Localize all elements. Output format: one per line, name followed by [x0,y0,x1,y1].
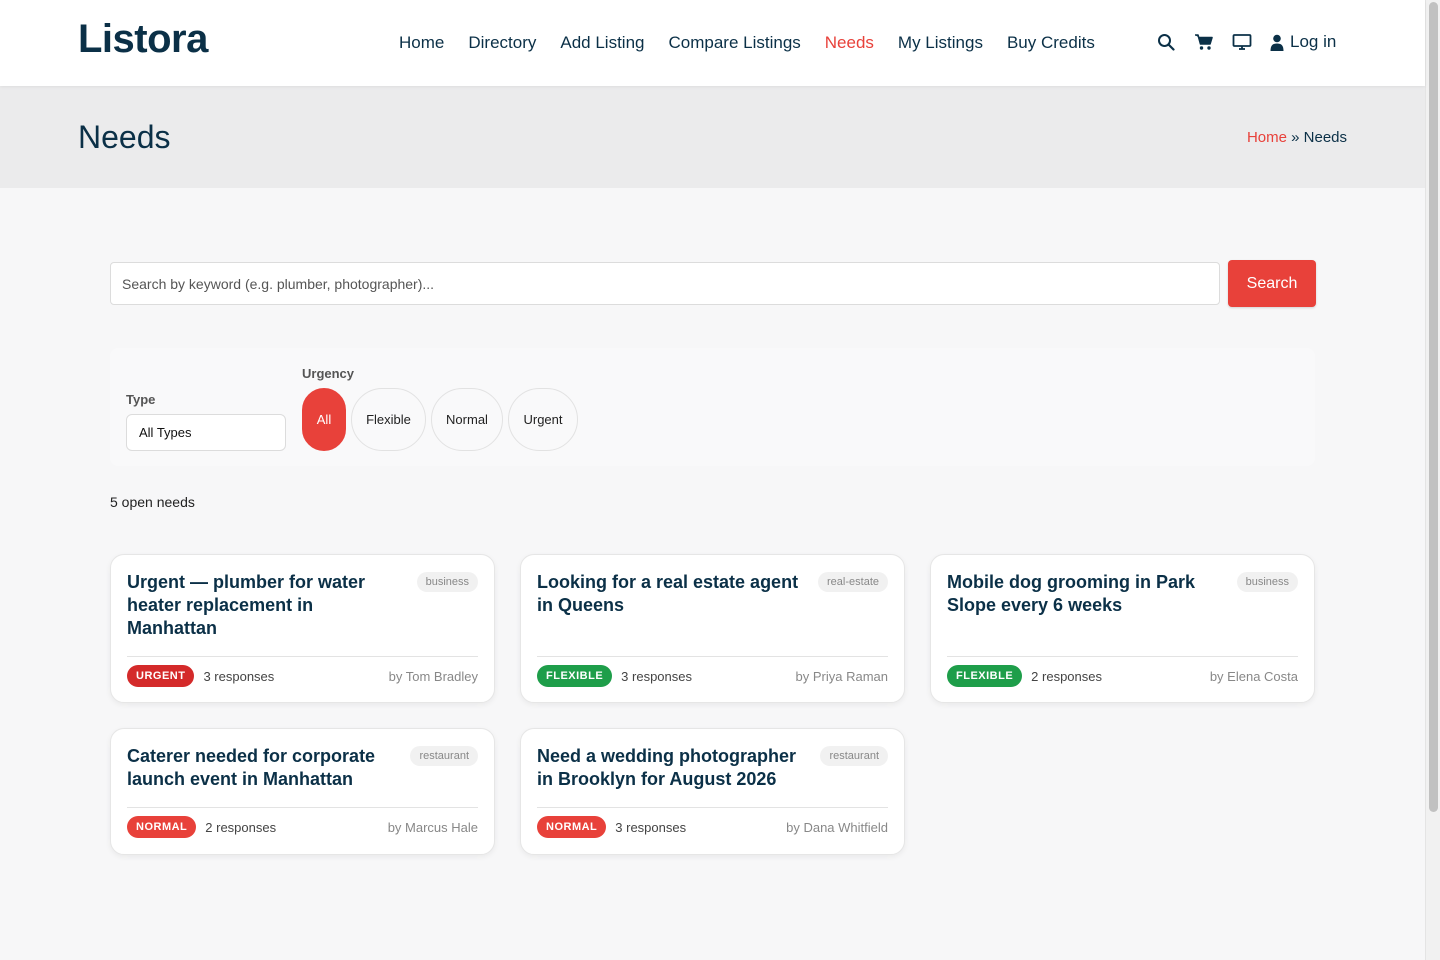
response-count: 3 responses [203,668,275,684]
login-link[interactable]: Log in [1270,32,1336,52]
breadcrumb: Home » Needs [1247,129,1347,146]
search-button[interactable]: Search [1228,260,1316,307]
author-name: by Dana Whitfield [786,819,888,835]
filter-panel: Type All Types Urgency All Flexible Norm… [110,348,1315,466]
need-title[interactable]: Looking for a real estate agent in Queen… [537,571,807,617]
breadcrumb-current: Needs [1303,129,1347,146]
card-footer: FLEXIBLE 2 responses by Elena Costa [947,665,1298,687]
header-actions: Log in [1156,32,1336,52]
brand-logo[interactable]: Listora [78,17,208,62]
need-title[interactable]: Need a wedding photographer in Brooklyn … [537,745,807,791]
category-tag: restaurant [410,746,478,766]
user-icon [1270,34,1284,51]
need-card[interactable]: Urgent — plumber for water heater replac… [110,554,495,703]
card-footer: NORMAL 3 responses by Dana Whitfield [537,816,888,838]
login-label: Log in [1290,32,1337,51]
card-divider [127,656,478,657]
response-count: 2 responses [1031,668,1102,684]
nav-item-directory[interactable]: Directory [468,33,536,53]
type-filter-label: Type [126,392,156,407]
type-select[interactable]: All Types [126,414,286,451]
urgency-filter-label: Urgency [302,366,355,381]
need-title[interactable]: Caterer needed for corporate launch even… [127,745,397,791]
urgency-badge: NORMAL [537,816,607,838]
search-icon[interactable] [1156,32,1176,52]
urgency-pill-all[interactable]: All [302,388,346,451]
nav-item-my-listings[interactable]: My Listings [898,33,983,53]
card-divider [537,807,888,808]
results-count: 5 open needs [110,494,195,510]
category-tag: restaurant [820,746,888,766]
nav-item-buy-credits[interactable]: Buy Credits [1007,33,1095,53]
breadcrumb-home[interactable]: Home [1247,129,1287,146]
cart-icon[interactable] [1194,32,1214,52]
need-card[interactable]: Need a wedding photographer in Brooklyn … [520,728,905,855]
category-tag: business [416,572,478,592]
need-card[interactable]: Looking for a real estate agent in Queen… [520,554,905,703]
card-divider [537,656,888,657]
search-input[interactable] [110,262,1220,305]
nav-item-needs[interactable]: Needs [825,33,874,53]
response-count: 3 responses [615,819,687,835]
main-nav: Home Directory Add Listing Compare Listi… [399,33,1119,53]
category-tag: business [1236,572,1298,592]
monitor-icon[interactable] [1232,32,1252,52]
page-header: Needs Home » Needs [0,86,1425,188]
urgency-pill-urgent[interactable]: Urgent [508,388,578,451]
need-card[interactable]: Mobile dog grooming in Park Slope every … [930,554,1315,703]
urgency-badge: URGENT [127,665,195,687]
urgency-badge: NORMAL [127,816,197,838]
author-name: by Tom Bradley [388,668,478,684]
nav-item-add-listing[interactable]: Add Listing [560,33,644,53]
urgency-badge: FLEXIBLE [947,665,1023,687]
urgency-pill-normal[interactable]: Normal [431,388,503,451]
category-tag: real-estate [818,572,888,592]
nav-item-compare-listings[interactable]: Compare Listings [669,33,801,53]
card-divider [947,656,1298,657]
need-card[interactable]: Caterer needed for corporate launch even… [110,728,495,855]
response-count: 2 responses [205,819,277,835]
page-scrollbar[interactable] [1425,0,1440,960]
page-title: Needs [78,119,171,155]
nav-item-home[interactable]: Home [399,33,444,53]
need-title[interactable]: Mobile dog grooming in Park Slope every … [947,571,1217,617]
need-title[interactable]: Urgent — plumber for water heater replac… [127,571,397,640]
scrollbar-thumb[interactable] [1429,2,1438,812]
card-footer: FLEXIBLE 3 responses by Priya Raman [537,665,888,687]
site-header: Listora Home Directory Add Listing Compa… [0,0,1425,86]
urgency-badge: FLEXIBLE [537,665,613,687]
response-count: 3 responses [621,668,692,684]
card-divider [127,807,478,808]
author-name: by Marcus Hale [387,819,478,835]
card-footer: NORMAL 2 responses by Marcus Hale [127,816,478,838]
breadcrumb-separator: » [1291,129,1300,146]
author-name: by Elena Costa [1209,668,1298,684]
urgency-pill-flexible[interactable]: Flexible [351,388,426,451]
card-footer: URGENT 3 responses by Tom Bradley [127,665,478,687]
author-name: by Priya Raman [795,668,888,684]
